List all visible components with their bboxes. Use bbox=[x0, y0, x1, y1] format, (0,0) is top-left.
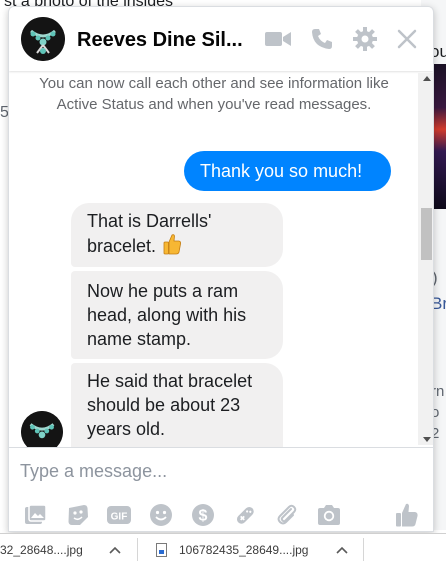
close-icon[interactable] bbox=[393, 26, 421, 52]
attachment-icon[interactable] bbox=[274, 502, 300, 528]
scrollbar-thumb[interactable] bbox=[421, 208, 432, 260]
message-text: He said that bracelet should be about 23… bbox=[87, 371, 253, 439]
svg-text:GIF: GIF bbox=[111, 512, 128, 523]
message-bubble-incoming[interactable]: That is Darrells' bracelet. bbox=[71, 203, 283, 267]
gif-icon[interactable]: GIF bbox=[106, 502, 132, 528]
message-scrollbar[interactable] bbox=[418, 73, 433, 445]
game-controller-icon[interactable] bbox=[232, 502, 258, 528]
download-separator bbox=[137, 538, 138, 561]
avatar[interactable] bbox=[21, 17, 65, 61]
like-icon[interactable] bbox=[394, 502, 420, 528]
message-text: Thank you so much! bbox=[200, 161, 363, 181]
download-item[interactable]: 106782435_28649....jpg bbox=[156, 534, 349, 564]
message-list: You can now call each other and see info… bbox=[9, 71, 421, 447]
message-composer: GIF $ bbox=[9, 447, 433, 531]
message-text: That is Darrells' bracelet. bbox=[87, 209, 267, 261]
chat-header: Reeves Dine Sil... bbox=[9, 7, 433, 71]
chat-window: Reeves Dine Sil... You can now call each… bbox=[8, 6, 434, 532]
message-text: Now he puts a ram head, along with his n… bbox=[87, 281, 247, 349]
message-bubble-incoming[interactable]: He said that bracelet should be about 23… bbox=[71, 363, 283, 447]
sticker-icon[interactable] bbox=[65, 502, 91, 528]
phone-icon[interactable] bbox=[308, 26, 336, 52]
download-bar: 32_28648....jpg 106782435_28649....jpg bbox=[0, 533, 446, 564]
scroll-up-arrow-icon[interactable] bbox=[423, 76, 431, 81]
gear-icon[interactable] bbox=[351, 26, 379, 52]
chevron-up-icon[interactable] bbox=[109, 543, 121, 557]
message-input[interactable] bbox=[20, 458, 410, 484]
message-bubble-incoming[interactable]: Now he puts a ram head, along with his n… bbox=[71, 271, 283, 359]
photo-icon[interactable] bbox=[23, 502, 49, 528]
image-file-icon bbox=[156, 542, 167, 557]
thumbs-up-icon bbox=[162, 233, 182, 261]
download-file-name: 106782435_28649....jpg bbox=[179, 542, 309, 557]
download-item[interactable]: 32_28648....jpg bbox=[0, 534, 121, 564]
message-text-content: That is Darrells' bracelet. bbox=[87, 211, 212, 256]
scroll-down-arrow-icon[interactable] bbox=[423, 437, 431, 442]
system-note: You can now call each other and see info… bbox=[39, 75, 389, 113]
video-camera-icon[interactable] bbox=[264, 26, 292, 52]
svg-text:$: $ bbox=[199, 508, 208, 525]
message-bubble-outgoing[interactable]: Thank you so much! bbox=[184, 151, 391, 191]
camera-icon[interactable] bbox=[316, 502, 342, 528]
download-file-name: 32_28648....jpg bbox=[0, 542, 83, 557]
dollar-icon[interactable]: $ bbox=[190, 502, 216, 528]
download-separator bbox=[363, 538, 364, 561]
emoji-icon[interactable] bbox=[148, 502, 174, 528]
chat-title[interactable]: Reeves Dine Sil... bbox=[77, 29, 243, 52]
chevron-up-icon[interactable] bbox=[336, 543, 349, 557]
